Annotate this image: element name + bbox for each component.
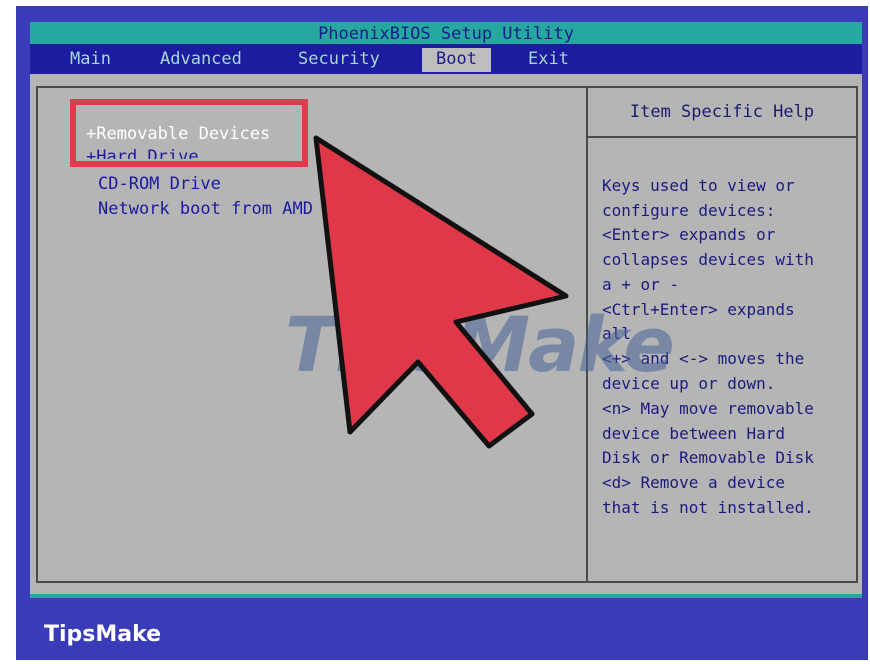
bottom-stripe bbox=[30, 594, 862, 598]
pointer-arrow-icon bbox=[313, 135, 569, 449]
footer-brand: TipsMake bbox=[44, 622, 162, 647]
